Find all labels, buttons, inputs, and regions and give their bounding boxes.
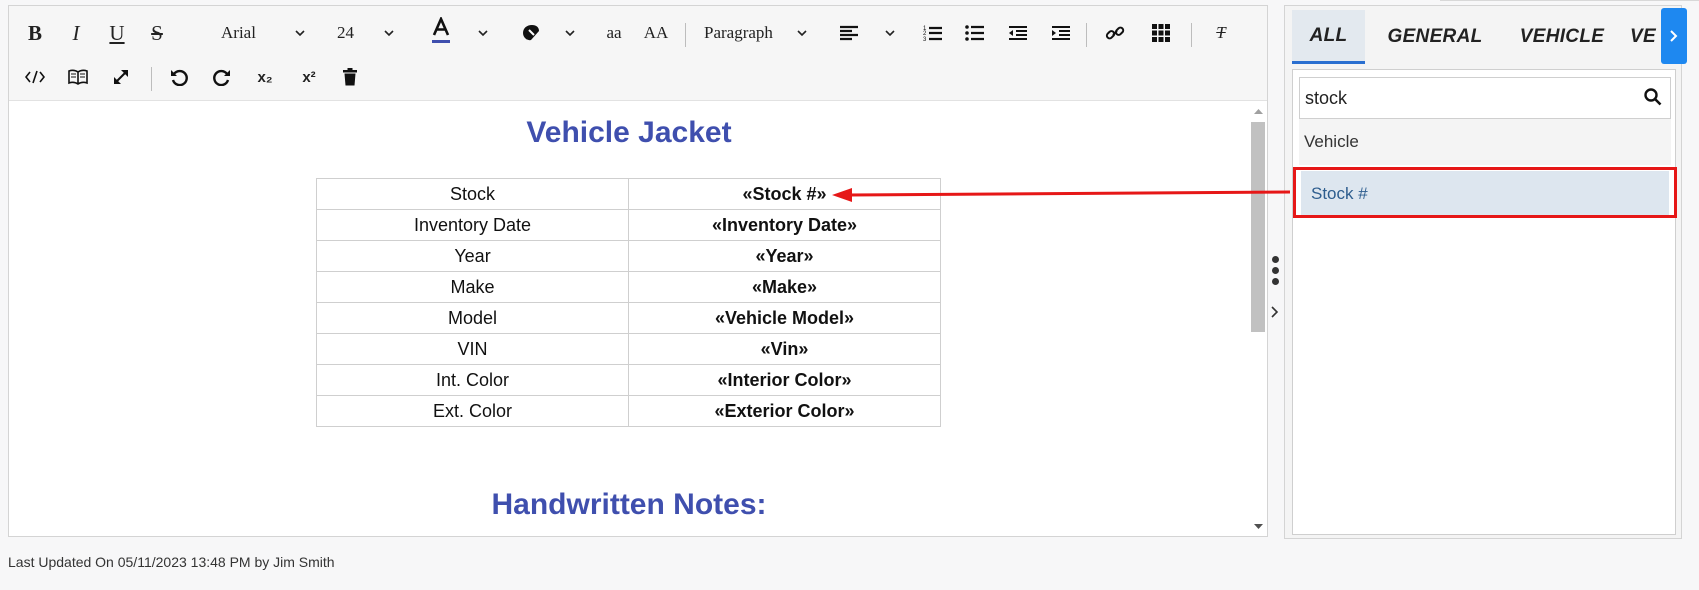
highlight-color-icon[interactable]	[518, 18, 544, 48]
merge-field-cell[interactable]: «Interior Color»	[628, 364, 941, 396]
field-category-tabs: ALL GENERAL VEHICLE VE	[1285, 6, 1681, 64]
vehicle-jacket-table: Stock «Stock #» Inventory Date «Inventory D…	[316, 178, 941, 427]
block-format-chevron-icon[interactable]	[795, 18, 809, 48]
font-size-chevron-icon[interactable]	[382, 18, 396, 48]
font-family-select[interactable]: Arial	[221, 18, 281, 48]
table-row: Ext. Color «Exterior Color»	[316, 395, 941, 427]
table-row: Int. Color «Interior Color»	[316, 364, 941, 396]
search-icon[interactable]	[1644, 88, 1662, 111]
field-label-cell[interactable]: Ext. Color	[316, 395, 629, 427]
toolbar-separator	[685, 23, 686, 47]
handwritten-notes-heading: Handwritten Notes:	[491, 488, 767, 521]
editor-toolbar: B I U S Arial 24 aa AA Paragraph 123 T x…	[9, 6, 1267, 101]
field-search-input[interactable]	[1300, 78, 1630, 118]
align-chevron-icon[interactable]	[883, 18, 897, 48]
merge-fields-panel: ALL GENERAL VEHICLE VE Vehicle Stock #	[1284, 5, 1687, 539]
field-label-cell[interactable]: VIN	[316, 333, 629, 365]
uppercase-button[interactable]: AA	[643, 18, 669, 48]
tab-vehicle[interactable]: VEHICLE	[1507, 10, 1617, 64]
scrollbar-thumb[interactable]	[1251, 122, 1265, 332]
table-row: Year «Year»	[316, 240, 941, 272]
scroll-up-icon[interactable]	[1249, 102, 1267, 120]
table-row: Model «Vehicle Model»	[316, 302, 941, 334]
unordered-list-icon[interactable]	[963, 18, 987, 48]
merge-field-cell[interactable]: «Make»	[628, 271, 941, 303]
bold-button[interactable]: B	[24, 18, 46, 48]
undo-icon[interactable]	[167, 62, 191, 92]
table-row: Stock «Stock #»	[316, 178, 941, 210]
field-label-cell[interactable]: Inventory Date	[316, 209, 629, 241]
toolbar-separator	[1086, 23, 1087, 47]
document-body[interactable]: Vehicle Jacket Stock «Stock #» Inventory D…	[9, 102, 1249, 536]
font-size-select[interactable]: 24	[337, 18, 367, 48]
field-label-cell[interactable]: Year	[316, 240, 629, 272]
merge-field-cell[interactable]: «Stock #»	[628, 178, 941, 210]
table-row: VIN «Vin»	[316, 333, 941, 365]
splitter-grip-dot	[1272, 267, 1279, 274]
panel-splitter[interactable]	[1268, 5, 1282, 537]
splitter-grip-dot	[1272, 278, 1279, 285]
field-label-cell[interactable]: Int. Color	[316, 364, 629, 396]
svg-text:3: 3	[923, 37, 927, 42]
merge-field-cell[interactable]: «Vin»	[628, 333, 941, 365]
top-divider	[1440, 0, 1699, 1]
preview-book-icon[interactable]	[66, 62, 90, 92]
font-color-icon[interactable]	[429, 16, 453, 46]
strikethrough-button[interactable]: S	[146, 18, 168, 48]
field-list-box: Vehicle Stock #	[1292, 69, 1676, 535]
indent-icon[interactable]	[1049, 18, 1073, 48]
superscript-button[interactable]: x²	[296, 62, 322, 92]
field-label-cell[interactable]: Model	[316, 302, 629, 334]
scroll-down-icon[interactable]	[1249, 518, 1267, 536]
rich-text-editor: B I U S Arial 24 aa AA Paragraph 123 T x…	[8, 5, 1268, 537]
tab-general[interactable]: GENERAL	[1380, 10, 1490, 64]
redo-icon[interactable]	[210, 62, 234, 92]
expand-chevron-right-icon[interactable]	[1271, 305, 1279, 323]
clear-format-button[interactable]: T	[1209, 18, 1233, 48]
table-icon[interactable]	[1149, 18, 1173, 48]
outdent-icon[interactable]	[1006, 18, 1030, 48]
ordered-list-icon[interactable]: 123	[921, 18, 945, 48]
lowercase-button[interactable]: aa	[604, 18, 624, 48]
italic-button[interactable]: I	[65, 18, 87, 48]
document-title: Vehicle Jacket	[526, 116, 732, 149]
tabs-scroll-right-button[interactable]	[1661, 8, 1687, 64]
document-scrollbar[interactable]	[1249, 102, 1267, 536]
highlight-color-chevron-icon[interactable]	[563, 18, 577, 48]
subscript-button[interactable]: x₂	[252, 62, 278, 92]
font-family-chevron-icon[interactable]	[293, 18, 307, 48]
toolbar-separator	[151, 67, 152, 91]
block-format-select[interactable]: Paragraph	[704, 18, 784, 48]
link-icon[interactable]	[1103, 18, 1127, 48]
table-row: Inventory Date «Inventory Date»	[316, 209, 941, 241]
toolbar-separator	[1191, 23, 1192, 47]
underline-button[interactable]: U	[106, 18, 128, 48]
fullscreen-icon[interactable]	[109, 62, 133, 92]
align-left-icon[interactable]	[837, 18, 861, 48]
field-label-cell[interactable]: Make	[316, 271, 629, 303]
merge-field-cell[interactable]: «Exterior Color»	[628, 395, 941, 427]
merge-field-cell[interactable]: «Inventory Date»	[628, 209, 941, 241]
table-row: Make «Make»	[316, 271, 941, 303]
field-label-cell[interactable]: Stock	[316, 178, 629, 210]
code-view-icon[interactable]	[23, 62, 47, 92]
splitter-grip-dot	[1272, 256, 1279, 263]
merge-field-cell[interactable]: «Year»	[628, 240, 941, 272]
field-search	[1299, 77, 1671, 119]
field-list-item-stock[interactable]: Stock #	[1301, 171, 1669, 217]
delete-trash-icon[interactable]	[340, 62, 360, 92]
merge-field-cell[interactable]: «Vehicle Model»	[628, 302, 941, 334]
font-color-chevron-icon[interactable]	[476, 18, 490, 48]
tab-all[interactable]: ALL	[1292, 10, 1365, 64]
last-updated-text: Last Updated On 05/11/2023 13:48 PM by J…	[8, 554, 335, 570]
chevron-right-icon	[1670, 30, 1678, 42]
field-group-header: Vehicle	[1299, 119, 1671, 165]
